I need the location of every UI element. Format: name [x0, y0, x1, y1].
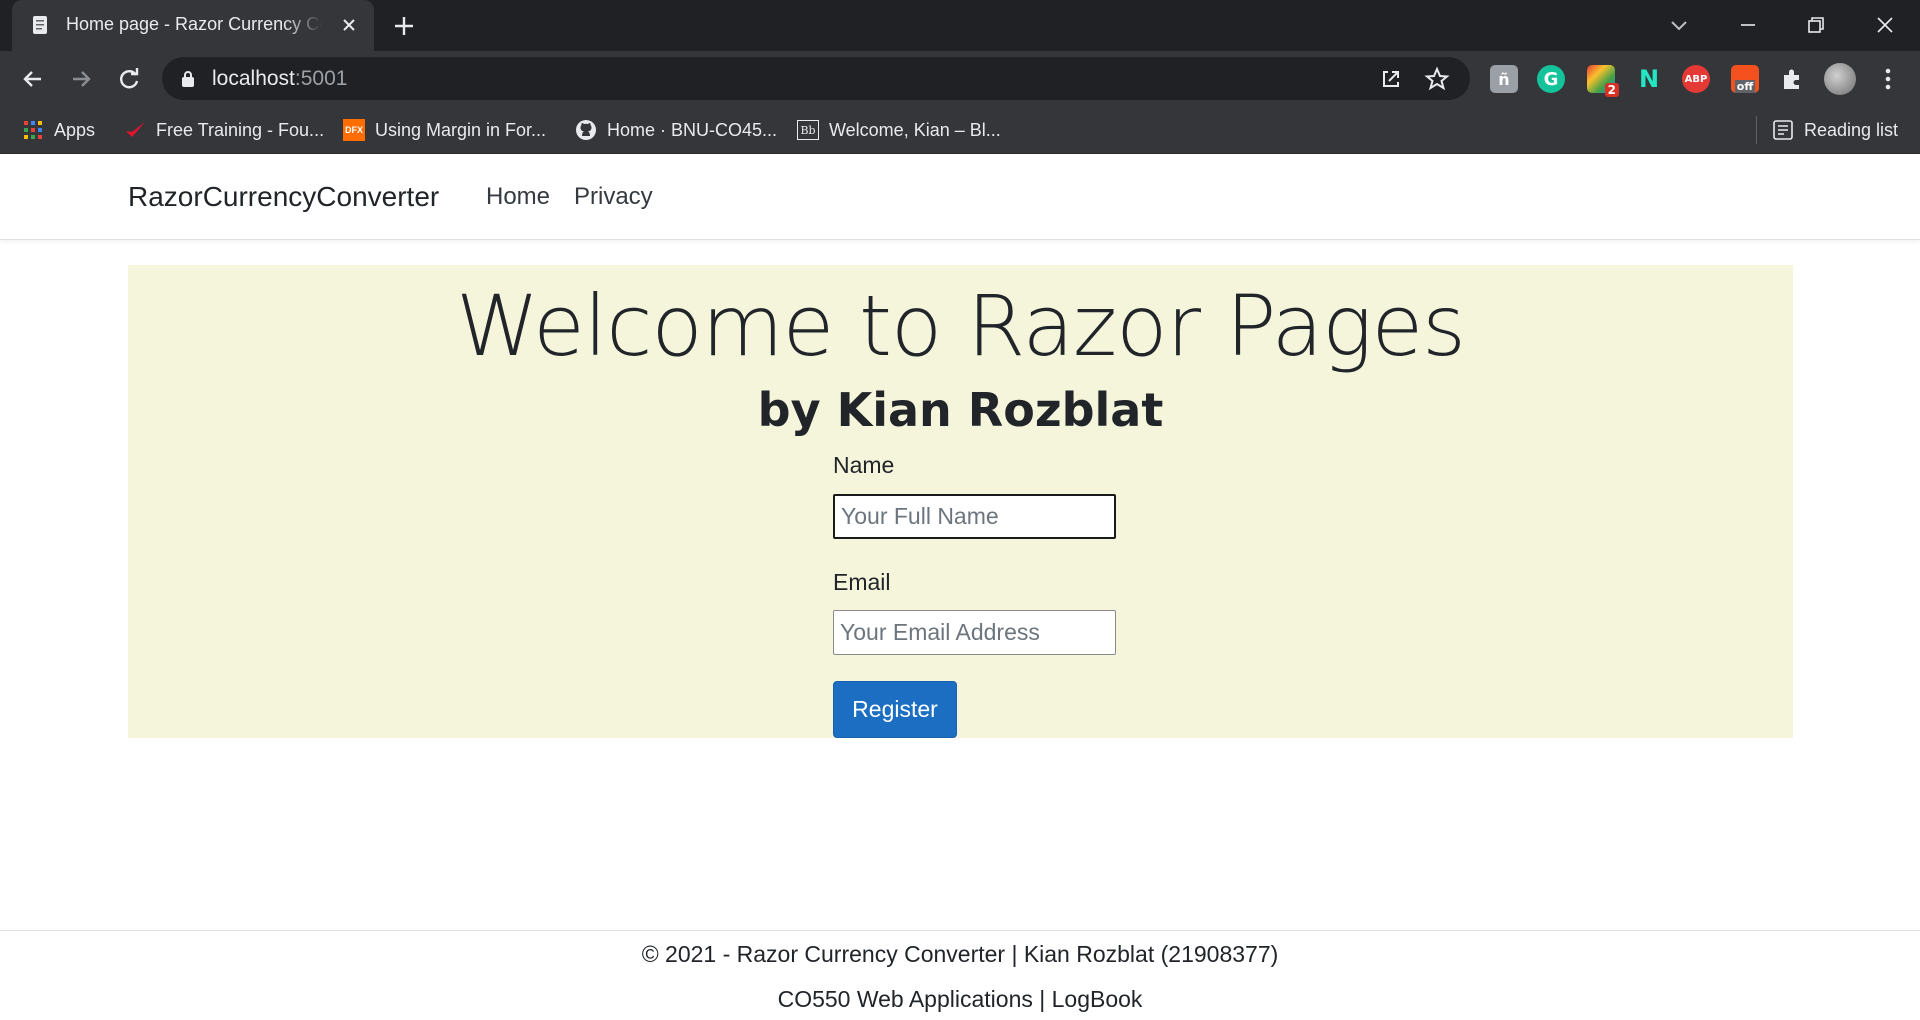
n-extension-icon[interactable]: N — [1635, 65, 1663, 93]
adblock-icon[interactable]: ABP — [1682, 65, 1710, 93]
bookmarks-divider — [1756, 116, 1757, 144]
bookmark-label: Free Training - Fou... — [156, 119, 325, 140]
tab-search-chevron-icon[interactable] — [1666, 12, 1692, 38]
share-icon[interactable] — [1378, 66, 1404, 92]
extension-badge: 2 — [1604, 83, 1619, 97]
close-tab-icon[interactable] — [338, 14, 360, 36]
email-label: Email — [833, 569, 891, 595]
extensions-puzzle-icon[interactable] — [1778, 65, 1806, 93]
reload-icon[interactable] — [115, 65, 143, 93]
bookmark-label: Using Margin in For... — [375, 119, 547, 140]
dfx-icon: DFX — [343, 119, 365, 141]
github-icon — [576, 120, 596, 140]
nav-link-privacy[interactable]: Privacy — [574, 183, 653, 211]
profile-avatar[interactable] — [1824, 63, 1856, 95]
apps-grid-icon — [24, 121, 42, 139]
page-favicon-icon — [33, 16, 47, 34]
bookmark-label: Home · BNU-CO45... — [607, 119, 778, 140]
bookmarks-bar: Apps Free Training - Fou... DFX Using Ma… — [0, 106, 1920, 154]
star-bookmark-icon[interactable] — [1424, 66, 1450, 92]
restore-icon[interactable] — [1801, 10, 1831, 40]
grammarly-icon[interactable]: G — [1537, 65, 1565, 93]
site-brand[interactable]: RazorCurrencyConverter — [128, 181, 439, 213]
grammarly-letter: G — [1543, 68, 1559, 90]
reading-list-button[interactable]: Reading list — [1772, 118, 1898, 142]
tab-title: Home page - Razor Currency Converter — [66, 14, 322, 34]
red-check-icon — [126, 122, 145, 137]
blackboard-icon: Bb — [797, 120, 819, 140]
page-viewport: RazorCurrencyConverter Home Privacy Welc… — [0, 155, 1920, 1020]
extension-h-icon[interactable]: ñ — [1490, 65, 1518, 93]
forward-arrow-icon[interactable] — [67, 65, 95, 93]
url-text: localhost:5001 — [212, 67, 347, 91]
new-tab-icon[interactable] — [390, 12, 418, 40]
menu-kebab-icon[interactable] — [1874, 65, 1902, 93]
back-arrow-icon[interactable] — [19, 65, 47, 93]
name-label: Name — [833, 452, 895, 478]
bookmark-label: Welcome, Kian – Bl... — [829, 119, 1001, 140]
register-button[interactable]: Register — [833, 681, 957, 738]
bookmark-welcome-kian[interactable]: Bb Welcome, Kian – Bl... — [797, 118, 1001, 142]
nav-link-home[interactable]: Home — [486, 183, 550, 211]
minimize-icon[interactable] — [1733, 10, 1763, 40]
footer-copyright: © 2021 - Razor Currency Converter | Kian… — [641, 941, 1279, 967]
bookmark-github-home[interactable]: Home · BNU-CO45... — [575, 118, 777, 142]
welcome-hero: Welcome to Razor Pages by Kian Rozblat N… — [128, 265, 1793, 738]
footer-course: CO550 Web Applications | LogBook — [777, 986, 1143, 1012]
adblock-text: ABP — [1684, 73, 1708, 85]
site-navbar: RazorCurrencyConverter Home Privacy — [0, 155, 1920, 240]
bookmark-free-training[interactable]: Free Training - Fou... — [124, 118, 324, 142]
extension-color-icon[interactable]: 2 — [1587, 65, 1619, 97]
bookmark-using-margin[interactable]: DFX Using Margin in For... — [343, 118, 546, 142]
name-input[interactable] — [833, 494, 1116, 539]
coupon-extension-icon[interactable]: off — [1731, 65, 1759, 93]
lock-icon[interactable] — [180, 69, 196, 89]
browser-toolbar: localhost:5001 ñ G 2 N ABP off — [0, 51, 1920, 106]
browser-tab[interactable]: Home page - Razor Currency Converter — [12, 0, 374, 51]
reading-list-icon — [1773, 120, 1793, 140]
footer-divider — [0, 930, 1920, 931]
reading-list-label: Reading list — [1804, 119, 1899, 140]
url-port: :5001 — [294, 67, 348, 90]
close-window-icon[interactable] — [1870, 10, 1900, 40]
page-title: Welcome to Razor Pages — [456, 277, 1466, 375]
bookmark-label: Apps — [54, 119, 96, 140]
browser-tab-strip: Home page - Razor Currency Converter — [0, 0, 1920, 51]
address-bar[interactable]: localhost:5001 — [162, 57, 1470, 100]
email-input[interactable] — [833, 610, 1116, 655]
url-host: localhost — [212, 67, 295, 90]
coupon-text: off — [1734, 80, 1756, 93]
page-subtitle: by Kian Rozblat — [757, 383, 1164, 437]
bookmark-apps[interactable]: Apps — [22, 118, 95, 142]
